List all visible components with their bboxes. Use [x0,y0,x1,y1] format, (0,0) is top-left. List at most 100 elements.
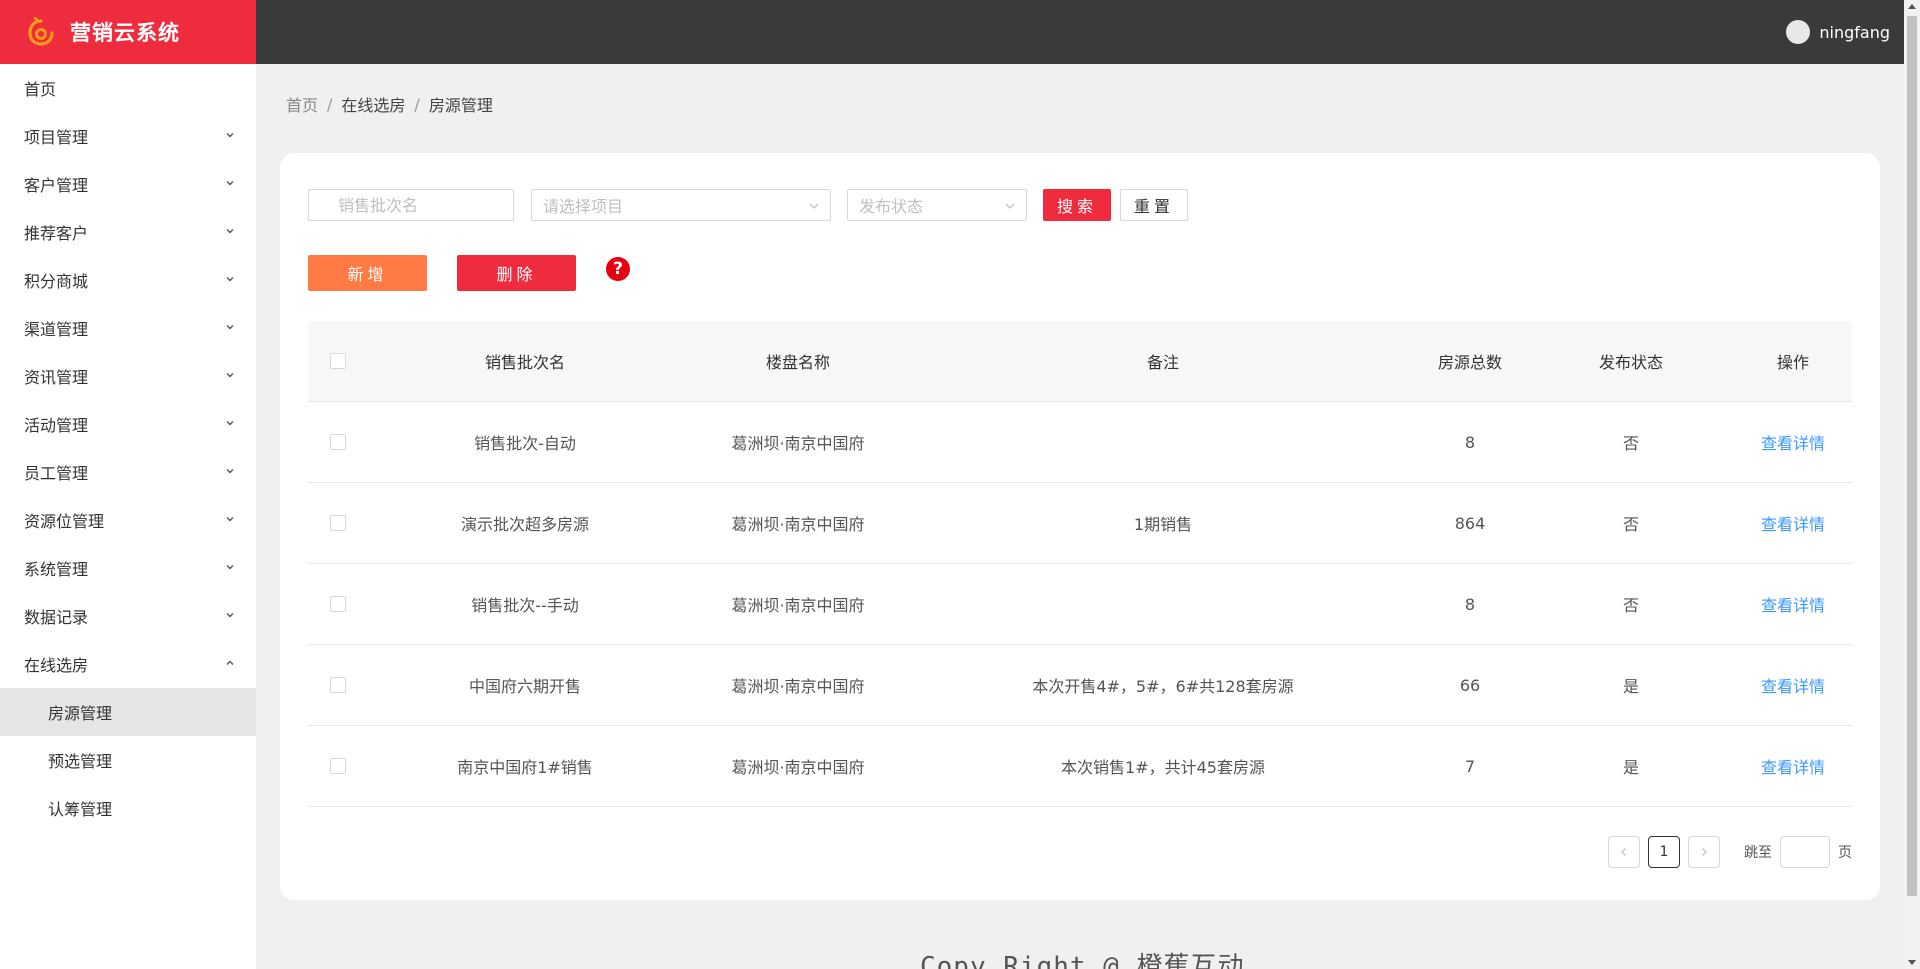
cell-estate: 葛洲坝·南京中国府 [731,596,865,615]
sidebar-item-label: 渠道管理 [24,320,89,339]
next-page-button[interactable] [1688,836,1720,868]
header-total: 房源总数 [1437,353,1502,372]
chevron-up-icon [226,660,234,665]
add-button[interactable]: 新增 [308,255,427,291]
row-checkbox[interactable] [330,434,346,450]
table-row: 销售批次-自动 葛洲坝·南京中国府 8 否 查看详情 [308,402,1852,483]
sidebar: 首页项目管理客户管理推荐客户积分商城渠道管理资讯管理活动管理员工管理资源位管理系… [0,64,256,969]
sidebar-subitem[interactable]: 房源管理 [0,688,256,736]
row-checkbox[interactable] [330,677,346,693]
select-all-cell [308,353,368,369]
sidebar-item[interactable]: 系统管理 [0,544,256,592]
prev-page-button[interactable] [1608,836,1640,868]
cell-total: 8 [1464,594,1476,614]
pagination: 1 跳至 页 [1600,836,1852,868]
sidebar-subitem-label: 认筹管理 [48,800,113,819]
scrollbar-thumb[interactable] [1907,16,1917,896]
footer-copyright: Copy Right @ 橙蕉互动 [920,952,1245,969]
cell-action: 查看详情 [1740,754,1846,778]
chevron-down-icon [226,373,234,378]
breadcrumb-home[interactable]: 首页 [286,92,318,116]
batch-name-input[interactable] [308,189,514,221]
table-row: 演示批次超多房源 葛洲坝·南京中国府 1期销售 864 否 查看详情 [308,483,1852,564]
sidebar-subitem[interactable]: 认筹管理 [0,784,256,832]
page-unit-label: 页 [1838,845,1852,861]
cell-note: 本次销售1#，共计45套房源 [1061,758,1265,777]
logo-icon [28,17,54,46]
cell-batch: 南京中国府1#销售 [457,758,593,777]
main-card: 请选择项目 发布状态 搜索 重置 新增 删除 ? 销售批次名 楼盘名称 备注 房… [280,153,1880,900]
project-select[interactable]: 请选择项目 [531,189,831,221]
page-1-button[interactable]: 1 [1648,836,1680,868]
jump-page-input[interactable] [1780,836,1830,868]
chevron-left-icon [1621,848,1626,856]
project-select-placeholder: 请选择项目 [543,197,624,216]
scroll-down-arrow-icon[interactable] [1908,960,1916,965]
row-checkbox[interactable] [330,596,346,612]
sidebar-item[interactable]: 活动管理 [0,400,256,448]
sidebar-item-label: 在线选房 [24,656,89,675]
chevron-down-icon [226,325,234,330]
sidebar-item[interactable]: 员工管理 [0,448,256,496]
batch-name-field[interactable] [309,190,513,220]
select-all-checkbox[interactable] [330,353,346,369]
sidebar-item-label: 推荐客户 [24,224,89,243]
table-row: 销售批次--手动 葛洲坝·南京中国府 8 否 查看详情 [308,564,1852,645]
row-checkbox[interactable] [330,758,346,774]
sidebar-item[interactable]: 首页 [0,64,256,112]
status-select[interactable]: 发布状态 [847,189,1027,221]
sidebar-item[interactable]: 积分商城 [0,256,256,304]
row-select-cell [308,515,368,531]
row-select-cell [308,758,368,774]
view-details-link[interactable]: 查看详情 [1761,758,1825,777]
sidebar-item[interactable]: 渠道管理 [0,304,256,352]
cell-total: 8 [1464,432,1476,452]
sidebar-subitem[interactable]: 预选管理 [0,736,256,784]
cell-batch: 销售批次--手动 [471,596,579,615]
view-details-link[interactable]: 查看详情 [1761,434,1825,453]
cell-note: 本次开售4#，5#，6#共128套房源 [1032,677,1294,696]
cell-action: 查看详情 [1740,511,1846,535]
help-icon[interactable]: ? [606,257,630,281]
cell-note: 1期销售 [1133,515,1193,534]
chevron-down-icon [226,517,234,522]
sidebar-item[interactable]: 数据记录 [0,592,256,640]
chevron-right-icon [1702,848,1707,856]
view-details-link[interactable]: 查看详情 [1761,515,1825,534]
chevron-down-icon [226,613,234,618]
cell-action: 查看详情 [1740,673,1846,697]
view-details-link[interactable]: 查看详情 [1761,596,1825,615]
scroll-up-arrow-icon[interactable] [1908,4,1916,9]
cell-status: 否 [1622,596,1639,615]
sidebar-item[interactable]: 客户管理 [0,160,256,208]
delete-button[interactable]: 删除 [457,255,576,291]
vertical-scrollbar[interactable] [1904,0,1920,969]
header-batch: 销售批次名 [484,353,565,372]
breadcrumb-online-selection[interactable]: 在线选房 [341,92,405,116]
user-menu[interactable]: ningfang [1786,0,1890,64]
chevron-down-icon [226,133,234,138]
sidebar-item-label: 活动管理 [24,416,89,435]
sidebar-item[interactable]: 推荐客户 [0,208,256,256]
sidebar-item-label: 项目管理 [24,128,89,147]
header-status: 发布状态 [1598,353,1663,372]
sidebar-item[interactable]: 在线选房 [0,640,256,688]
view-details-link[interactable]: 查看详情 [1761,677,1825,696]
row-checkbox[interactable] [330,515,346,531]
cell-estate: 葛洲坝·南京中国府 [731,434,865,453]
search-button[interactable]: 搜索 [1043,189,1111,221]
jump-label: 跳至 [1744,845,1772,861]
sidebar-item[interactable]: 资讯管理 [0,352,256,400]
sidebar-item-label: 员工管理 [24,464,89,483]
chevron-down-icon [226,421,234,426]
brand[interactable]: 营销云系统 [0,0,256,64]
row-select-cell [308,677,368,693]
sidebar-subitem-label: 房源管理 [48,704,113,723]
row-select-cell [308,434,368,450]
sidebar-item[interactable]: 资源位管理 [0,496,256,544]
chevron-down-icon [226,565,234,570]
sidebar-item[interactable]: 项目管理 [0,112,256,160]
reset-button[interactable]: 重置 [1120,189,1188,221]
cell-batch: 销售批次-自动 [474,434,576,453]
cell-status: 是 [1622,758,1639,777]
